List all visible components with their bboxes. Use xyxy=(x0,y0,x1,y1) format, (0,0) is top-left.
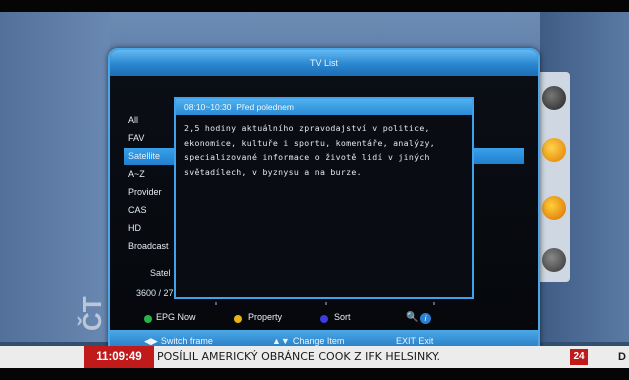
sun-icon xyxy=(542,138,566,162)
weather-strip xyxy=(536,72,570,282)
epg-time: 08:10~10:30 xyxy=(184,102,232,112)
epg-header: 08:10~10:30 Před polednem xyxy=(176,99,472,115)
ticker-trailing-text: D xyxy=(618,351,626,363)
scroll-indicator xyxy=(215,302,435,305)
epg-popup: 08:10~10:30 Před polednem 2,5 hodiny akt… xyxy=(174,97,474,299)
category-satellite[interactable]: Satellite xyxy=(124,148,176,165)
ticker-headline: POSÍLIL AMERICKÝ OBRÁNCE COOK Z IFK HELS… xyxy=(157,350,441,363)
yellow-key-icon xyxy=(234,315,242,323)
category-fav[interactable]: FAV xyxy=(124,130,176,147)
epg-description-line: specializované informace o životě lidí v… xyxy=(184,152,430,162)
category-a-z[interactable]: A~Z xyxy=(124,166,176,183)
background-left-panel xyxy=(0,12,110,342)
category-all[interactable]: All xyxy=(124,112,176,129)
change-item-hint[interactable]: ▲▼ Change Item xyxy=(272,336,344,346)
legend-row: EPG Now Property Sort 🔍 i xyxy=(124,310,524,328)
search-icon[interactable]: 🔍 xyxy=(406,312,418,323)
sun-icon xyxy=(542,196,566,220)
up-down-arrow-icon: ▲▼ xyxy=(272,336,290,346)
epg-description-line: 2,5 hodiny aktuálního zpravodajství v po… xyxy=(184,123,430,133)
news-ticker: 11:09:49 POSÍLIL AMERICKÝ OBRÁNCE COOK Z… xyxy=(0,346,629,368)
category-hd[interactable]: HD xyxy=(124,220,176,237)
cloud-icon xyxy=(542,248,566,272)
selected-channel-highlight[interactable] xyxy=(474,148,524,164)
channel-count: 3600 / 27 xyxy=(136,288,174,298)
scroll-tick xyxy=(325,302,327,305)
epg-program-title: Před polednem xyxy=(236,102,294,112)
blue-key-icon xyxy=(320,315,328,323)
scroll-tick xyxy=(433,302,435,305)
category-provider[interactable]: Provider xyxy=(124,184,176,201)
cloud-icon xyxy=(542,86,566,110)
epg-description-line: ekonomice, kultuře i sportu, komentáře, … xyxy=(184,137,436,148)
info-icon[interactable]: i xyxy=(420,313,431,324)
satellite-name: Satel xyxy=(150,268,171,278)
scroll-tick xyxy=(215,302,217,305)
ticker-time: 11:09:49 xyxy=(84,346,154,368)
dialog-title: TV List xyxy=(110,50,538,76)
exit-label: Exit xyxy=(418,336,434,346)
green-key-icon xyxy=(144,315,152,323)
sort-label[interactable]: Sort xyxy=(334,312,351,322)
exit-key: EXIT xyxy=(396,336,416,346)
tv-list-dialog: TV List All FAV Satellite A~Z Provider C… xyxy=(108,48,540,356)
epg-description-line: světadílech, v byznysu a na burze. xyxy=(184,166,362,177)
channel-logo: 24 xyxy=(570,349,588,365)
epg-description: 2,5 hodiny aktuálního zpravodajství v po… xyxy=(176,115,472,179)
letterbox-bottom xyxy=(0,368,629,380)
epg-now-label[interactable]: EPG Now xyxy=(156,312,196,322)
letterbox-top xyxy=(0,0,629,12)
property-label[interactable]: Property xyxy=(248,312,282,322)
category-broadcast[interactable]: Broadcast xyxy=(124,238,176,255)
exit-hint[interactable]: EXIT Exit xyxy=(396,336,433,346)
category-cas[interactable]: CAS xyxy=(124,202,176,219)
